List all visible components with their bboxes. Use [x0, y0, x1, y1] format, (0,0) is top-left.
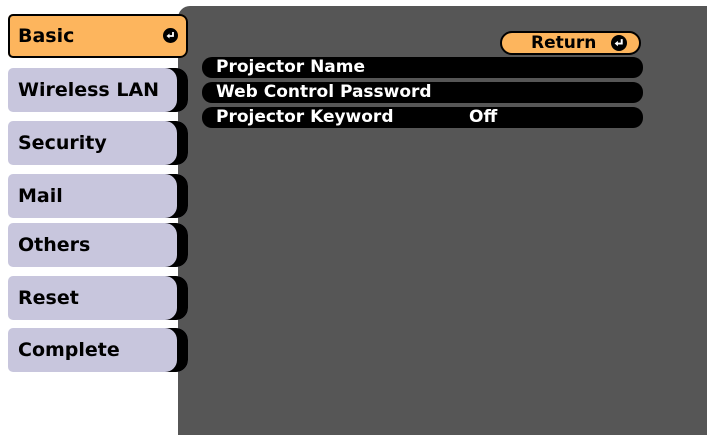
tab-label: Others [18, 234, 91, 256]
menu-row-web-control-password[interactable]: Web Control Password [202, 82, 643, 103]
tab-reset[interactable]: Reset [8, 276, 188, 320]
tab-label: Security [18, 132, 107, 154]
tab-label: Mail [18, 185, 63, 207]
menu-row-projector-keyword[interactable]: Projector Keyword Off [202, 107, 643, 128]
tab-label: Reset [18, 287, 79, 309]
tab-others[interactable]: Others [8, 223, 188, 267]
row-value: Off [469, 107, 498, 127]
tab-wireless-lan[interactable]: Wireless LAN [8, 68, 188, 112]
tab-label: Wireless LAN [18, 79, 160, 101]
row-label: Projector Name [216, 57, 366, 77]
tab-complete[interactable]: Complete [8, 328, 188, 372]
enter-icon [611, 35, 627, 51]
tab-label: Basic [18, 25, 75, 47]
tab-label: Complete [18, 339, 120, 361]
tab-security[interactable]: Security [8, 121, 188, 165]
tab-mail[interactable]: Mail [8, 174, 188, 218]
return-label: Return [531, 33, 597, 53]
row-label: Web Control Password [216, 82, 432, 102]
tab-basic[interactable]: Basic [8, 14, 188, 58]
enter-icon [163, 28, 178, 43]
return-button[interactable]: Return [500, 31, 641, 55]
row-label: Projector Keyword [216, 107, 394, 127]
menu-row-projector-name[interactable]: Projector Name [202, 57, 643, 78]
